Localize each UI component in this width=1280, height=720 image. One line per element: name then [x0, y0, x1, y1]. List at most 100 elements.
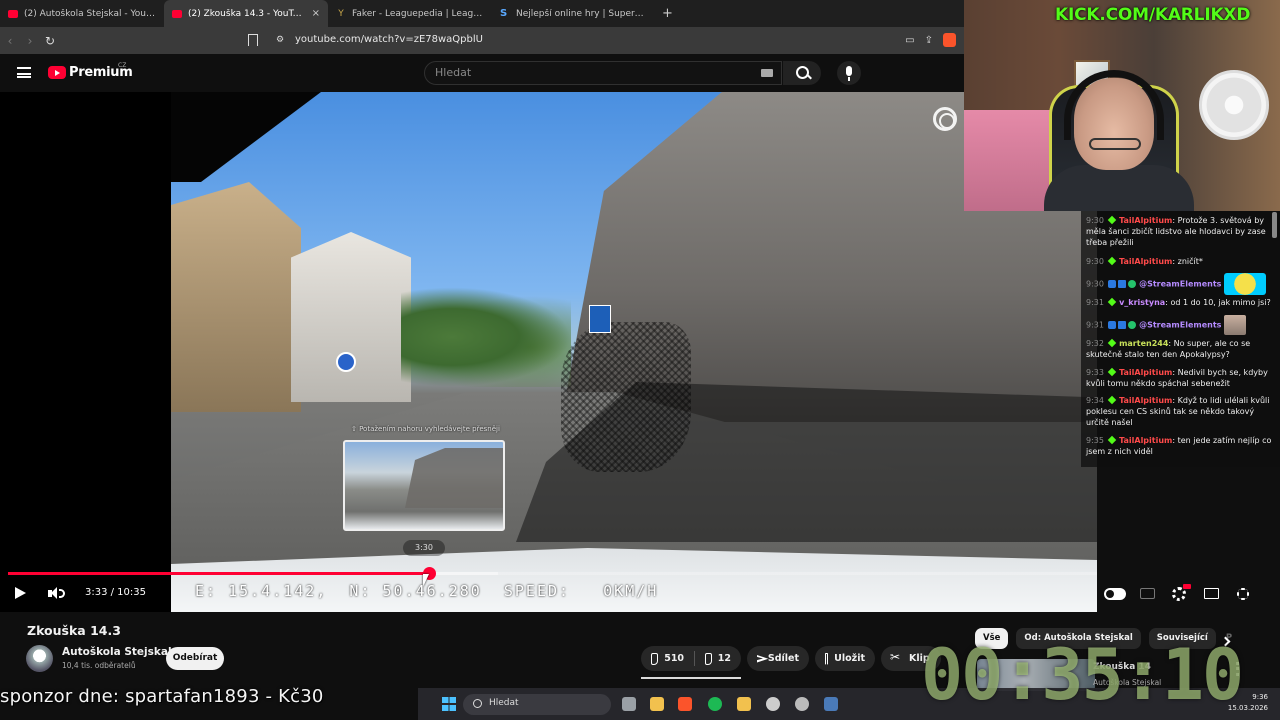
chat-message: 9:31 @StreamElements: [1086, 315, 1273, 335]
browser-tab-active[interactable]: (2) Zkouška 14.3 - YouTube ×: [164, 0, 328, 27]
like-dislike-group: 510 12: [641, 646, 741, 671]
autoplay-toggle[interactable]: [1104, 588, 1126, 600]
like-icon[interactable]: [651, 652, 659, 665]
url-field[interactable]: youtube.com/watch?v=zE78waQpblU: [295, 34, 483, 45]
video-player[interactable]: [0, 92, 1097, 612]
chat-scrollbar[interactable]: [1272, 212, 1277, 238]
ccleaner-icon[interactable]: [766, 697, 780, 711]
youtube-icon: [8, 9, 18, 18]
channel-watermark-icon: [933, 107, 957, 131]
obs-icon[interactable]: [795, 697, 809, 711]
sub-badge-icon: [1107, 367, 1116, 377]
brave-browser-icon[interactable]: [678, 697, 692, 711]
address-bar-actions: ▭ ⇪: [905, 33, 956, 47]
chat-message: 9:30 TailAlpitium: zničít*: [1086, 256, 1203, 266]
tab-title: (2) Zkouška 14.3 - YouTube: [188, 8, 306, 19]
voice-search-icon[interactable]: [837, 61, 861, 85]
subscribe-button[interactable]: Odebírat: [166, 647, 224, 670]
search-input[interactable]: Hledat: [424, 61, 782, 85]
tab-title: Nejlepší online hry | Superhry.cz: [516, 8, 648, 19]
chat-message: 9:34 TailAlpitium: Když to lidi ulélali …: [1086, 395, 1270, 427]
like-count[interactable]: 510: [664, 653, 684, 664]
region-code: CZ: [118, 62, 127, 69]
stream-timer: 00:35:10: [921, 634, 1244, 716]
cast-icon[interactable]: ▭: [905, 35, 914, 46]
sub-badge-icon: [1107, 215, 1116, 225]
subscriber-count: 10,4 tis. odběratelů: [62, 661, 136, 670]
save-icon: [825, 652, 829, 665]
site-settings-icon[interactable]: ⚙: [276, 35, 284, 45]
subtitles-icon[interactable]: [1140, 588, 1155, 599]
file-explorer-icon[interactable]: [650, 697, 664, 711]
chat-emote: [1223, 273, 1266, 295]
close-tab-icon[interactable]: ×: [312, 8, 320, 19]
brave-shield-icon[interactable]: [943, 33, 956, 47]
seek-preview-time: 3:30: [403, 540, 445, 556]
task-view-icon[interactable]: [622, 697, 636, 711]
sub-badge-icon: [1107, 297, 1116, 307]
chat-message: 9:30 @StreamElements: [1086, 273, 1273, 295]
progress-bar[interactable]: [8, 567, 1097, 580]
save-button[interactable]: Uložit: [815, 646, 875, 671]
video-title: Zkouška 14.3: [27, 623, 121, 638]
sponsor-of-the-day: sponzor dne: spartafan1893 - Kč30: [0, 686, 324, 707]
tab-title: (2) Autoškola Stejskal - YouTube: [24, 8, 156, 19]
clip-icon: [890, 650, 903, 665]
play-icon[interactable]: [15, 587, 26, 599]
chat-message: 9:35 TailAlpitium: ten jede zatím nejlíp…: [1086, 435, 1272, 456]
new-tab-button[interactable]: +: [662, 6, 673, 21]
screen: (2) Autoškola Stejskal - YouTube (2) Zko…: [0, 0, 1280, 720]
divider: [694, 651, 695, 666]
share-icon: [757, 654, 762, 664]
sub-badge-icon: [1107, 338, 1116, 348]
seek-preview-thumbnail: [343, 440, 505, 531]
youtube-header: Premium CZ Hledat: [0, 54, 964, 92]
dislike-icon[interactable]: [704, 652, 712, 665]
steam-icon[interactable]: [824, 697, 838, 711]
bookmark-icon[interactable]: [248, 34, 258, 46]
building-left: [171, 182, 301, 412]
streamer-webcam: [964, 0, 1280, 211]
fullscreen-icon[interactable]: [1237, 588, 1249, 600]
back-icon[interactable]: ‹: [0, 34, 20, 48]
browser-tab[interactable]: (2) Autoškola Stejskal - YouTube: [0, 0, 164, 27]
youtube-icon: [172, 9, 182, 18]
hd-badge-icon: [1183, 584, 1191, 589]
channel-avatar[interactable]: [26, 645, 53, 672]
share-page-icon[interactable]: ⇪: [925, 35, 933, 46]
mirror-mesh: [561, 322, 691, 472]
verified-badge-icon: [1127, 279, 1136, 288]
dislike-count[interactable]: 12: [718, 653, 731, 664]
bot-badge-icon: [1107, 279, 1116, 288]
search-button[interactable]: [783, 61, 821, 85]
channel-name[interactable]: Autoškola Stejskal: [62, 646, 172, 658]
chat-emote: [1223, 315, 1246, 335]
menu-icon[interactable]: [17, 67, 31, 78]
windows-start-icon[interactable]: [442, 697, 456, 711]
save-label: Uložit: [834, 653, 865, 664]
reload-icon[interactable]: ↻: [40, 34, 60, 48]
gps-telemetry-overlay: E: 15.4.142, N: 50.46.280 SPEED: 0KM/H: [195, 582, 659, 600]
browser-tab[interactable]: Y Faker - Leaguepedia | League of Legend…: [328, 0, 492, 27]
video-frame: [171, 92, 1097, 612]
spotify-icon[interactable]: [708, 697, 722, 711]
bot-badge-icon: [1107, 320, 1116, 329]
tab-title: Faker - Leaguepedia | League of Legends: [352, 8, 484, 19]
chat-message: 9:33 TailAlpitium: Nedivil bych se, kdyb…: [1086, 367, 1268, 388]
youtube-logo-icon[interactable]: [48, 66, 66, 79]
taskbar-search[interactable]: Hledat: [463, 694, 611, 715]
kick-channel-url: KICK.COM/KARLIKXD: [1055, 5, 1251, 25]
settings-gear-icon[interactable]: [1172, 587, 1186, 601]
forward-icon[interactable]: ›: [20, 34, 40, 48]
miniplayer-icon[interactable]: [1204, 588, 1219, 599]
chat-message: 9:32 marten244: No super, ale co se skut…: [1086, 338, 1251, 359]
share-button[interactable]: Sdílet: [747, 646, 809, 671]
leaguepedia-icon: Y: [338, 8, 344, 19]
volume-icon[interactable]: [48, 587, 66, 600]
app-icon[interactable]: [737, 697, 751, 711]
chat-message: 9:30 TailAlpitium: Protože 3. světová by…: [1086, 215, 1266, 247]
car-pillar: [171, 92, 321, 182]
traffic-sign-round: [336, 352, 356, 372]
browser-tab[interactable]: S Nejlepší online hry | Superhry.cz: [492, 0, 656, 27]
keyboard-icon[interactable]: [761, 69, 773, 77]
